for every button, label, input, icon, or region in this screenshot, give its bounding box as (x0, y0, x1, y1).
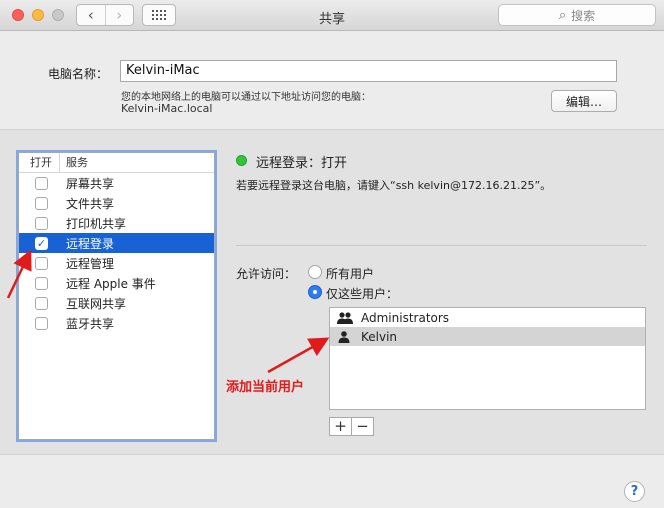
service-label: 打印机共享 (66, 216, 127, 231)
group-icon (337, 311, 353, 324)
help-button[interactable]: ? (624, 481, 645, 502)
service-label: 文件共享 (66, 196, 115, 211)
allow-access-label: 允许访问： (236, 267, 297, 281)
search-field[interactable]: ⌕ 搜索 (498, 4, 656, 26)
user-row[interactable]: Administrators (330, 308, 645, 327)
arrow-to-kelvin-user (267, 337, 330, 374)
service-label: 远程登录 (66, 236, 115, 251)
service-checkbox[interactable] (35, 296, 48, 310)
service-checkbox[interactable] (35, 176, 48, 190)
service-label: 远程 Apple 事件 (66, 276, 156, 291)
user-icon (338, 330, 350, 343)
service-checkbox[interactable] (35, 276, 48, 290)
service-description: 若要远程登录这台电脑，请键入“ssh kelvin@172.16.21.25”。 (236, 179, 552, 192)
column-header-service[interactable]: 服务 (60, 153, 88, 172)
add-user-button[interactable]: + (330, 418, 351, 435)
service-checkbox[interactable] (35, 196, 48, 210)
service-checkbox[interactable]: ✓ (35, 236, 48, 250)
service-row[interactable]: 远程管理 (19, 253, 214, 273)
service-label: 蓝牙共享 (66, 316, 115, 331)
add-remove-group: + − (329, 417, 374, 436)
service-list-header: 打开 服务 (19, 153, 214, 173)
annotation-text: 添加当前用户 (226, 380, 305, 395)
status-indicator-dot (236, 155, 247, 166)
service-label: 互联网共享 (66, 296, 127, 311)
radio-all-users[interactable] (308, 265, 322, 279)
edit-button[interactable]: 编辑… (551, 90, 617, 112)
radio-only-these-users[interactable] (308, 285, 322, 299)
service-list[interactable]: 打开 服务 屏幕共享文件共享打印机共享 ✓ 远程登录远程管理远程 Apple 事件互… (18, 152, 215, 440)
search-placeholder: 搜索 (571, 8, 596, 23)
service-label: 远程管理 (66, 256, 115, 271)
remove-user-button[interactable]: − (351, 418, 373, 435)
address-description: 您的本地网络上的电脑可以通过以下地址访问您的电脑： (121, 92, 371, 103)
address-host: Kelvin-iMac.local (121, 102, 213, 115)
service-row[interactable]: 蓝牙共享 (19, 313, 214, 333)
computer-name-label: 电脑名称： (48, 67, 109, 81)
service-checkbox[interactable] (35, 256, 48, 270)
radio-all-users-label[interactable]: 所有用户 (326, 265, 374, 282)
service-row[interactable]: 屏幕共享 (19, 173, 214, 193)
service-checkbox[interactable] (35, 316, 48, 330)
divider (236, 245, 647, 246)
service-status: 远程登录：打开 (256, 156, 348, 171)
sharing-panel: 打开 服务 屏幕共享文件共享打印机共享 ✓ 远程登录远程管理远程 Apple 事件互… (0, 129, 664, 455)
title-bar: ‹ › 共享 ⌕ 搜索 (0, 0, 664, 31)
allowed-users-list[interactable]: Administrators Kelvin (329, 307, 646, 410)
user-row[interactable]: Kelvin (330, 327, 645, 346)
service-label: 屏幕共享 (66, 176, 115, 191)
radio-only-these-users-label[interactable]: 仅这些用户： (326, 285, 398, 302)
column-header-open[interactable]: 打开 (19, 153, 60, 172)
service-row[interactable]: ✓ 远程登录 (19, 233, 214, 253)
user-name: Administrators (361, 310, 450, 325)
service-row[interactable]: 互联网共享 (19, 293, 214, 313)
user-name: Kelvin (361, 329, 398, 344)
service-row[interactable]: 远程 Apple 事件 (19, 273, 214, 293)
search-icon: ⌕ (558, 7, 567, 23)
computer-name-input[interactable]: Kelvin-iMac (120, 60, 617, 82)
service-row[interactable]: 打印机共享 (19, 213, 214, 233)
computer-name-section: 电脑名称： Kelvin-iMac 您的本地网络上的电脑可以通过以下地址访问您的… (0, 32, 664, 129)
service-row[interactable]: 文件共享 (19, 193, 214, 213)
service-checkbox[interactable] (35, 216, 48, 230)
